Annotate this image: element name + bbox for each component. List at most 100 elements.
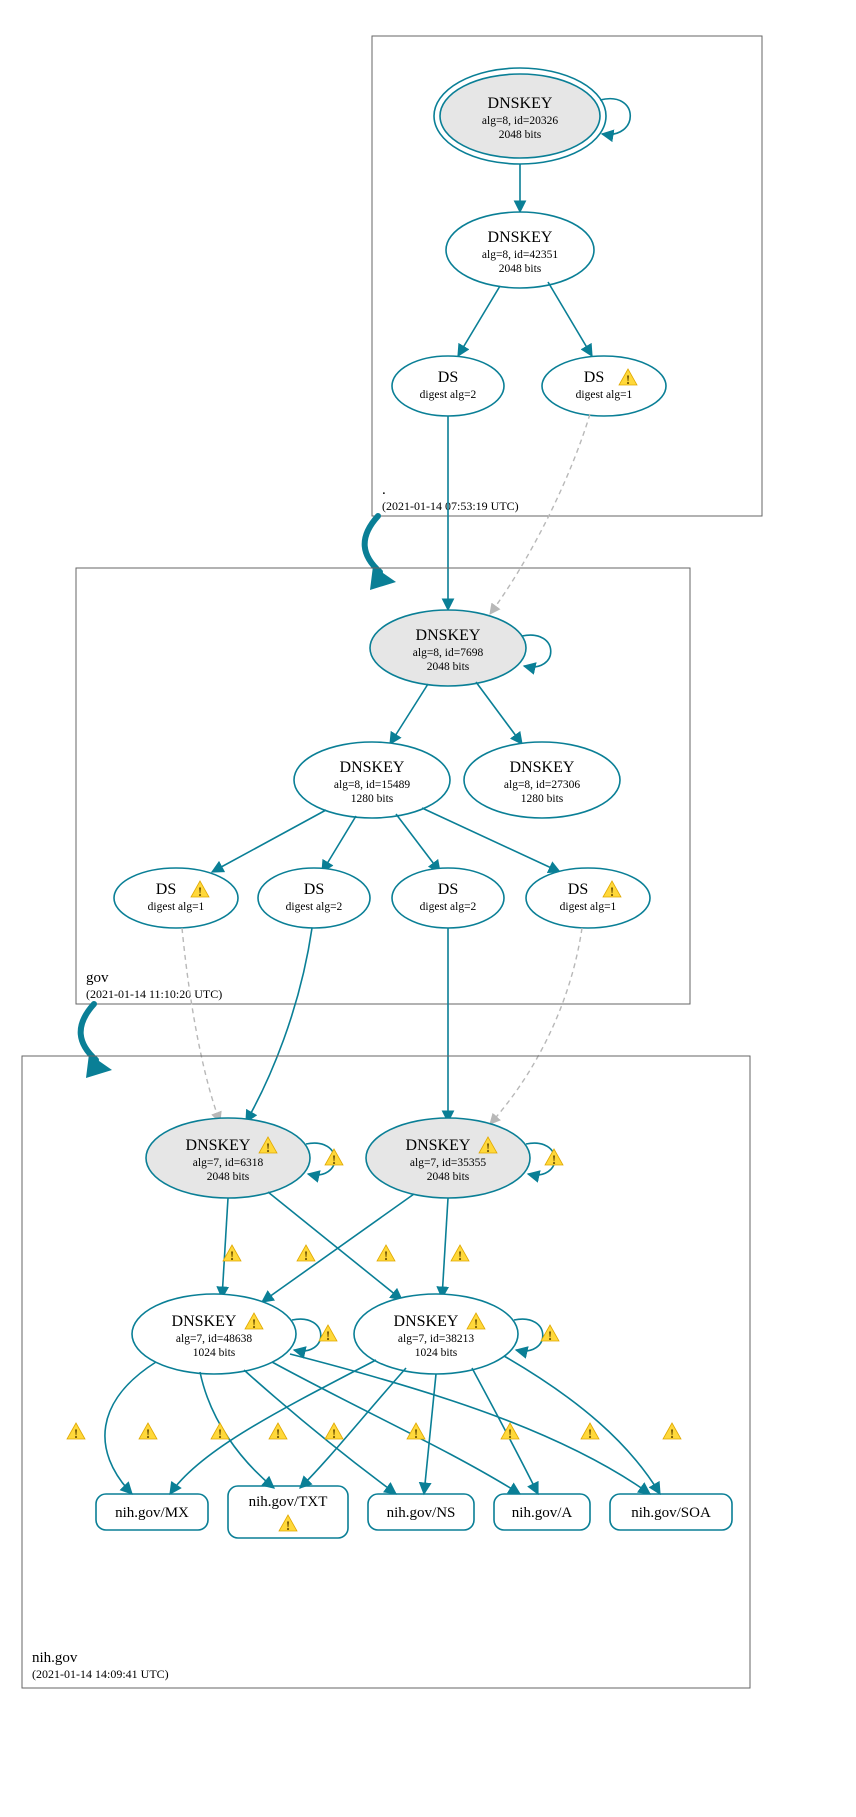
root-ksk-info1: alg=8, id=20326 xyxy=(482,115,558,127)
gov-zsk1-info1: alg=8, id=15489 xyxy=(334,779,410,791)
warning-icon xyxy=(541,1325,559,1343)
edge-kskB-zskB xyxy=(442,1198,448,1298)
gov-ds3-digest: digest alg=2 xyxy=(420,901,477,913)
zone-nih-timestamp: (2021-01-14 14:09:41 UTC) xyxy=(32,1667,169,1681)
nih-zskA[interactable]: DNSKEY alg=7, id=48638 1024 bits xyxy=(132,1294,296,1374)
rrset-txt[interactable]: nih.gov/TXT xyxy=(228,1486,348,1538)
root-ds1-digest: digest alg=1 xyxy=(576,389,633,401)
nih-kskA-title: DNSKEY xyxy=(186,1137,251,1154)
warning-icon xyxy=(581,1423,599,1441)
rrset-mx-label: nih.gov/MX xyxy=(115,1505,189,1521)
gov-zsk2-title: DNSKEY xyxy=(510,759,575,776)
gov-ds3-title: DS xyxy=(438,881,458,898)
zone-root: . (2021-01-14 07:53:19 UTC) DNSKEY alg=8… xyxy=(372,36,762,516)
gov-ds3[interactable]: DS digest alg=2 xyxy=(392,868,504,928)
warning-icon xyxy=(139,1423,157,1441)
rrset-soa[interactable]: nih.gov/SOA xyxy=(610,1494,732,1530)
zone-link-root-gov xyxy=(365,516,380,572)
warning-icon xyxy=(269,1423,287,1441)
edge-gov-zsk1-dsB xyxy=(322,816,356,872)
root-ds1-title: DS xyxy=(584,369,604,386)
edge-zskB-a xyxy=(472,1368,538,1494)
nih-zskA-info2: 1024 bits xyxy=(193,1347,236,1359)
gov-ds4-digest: digest alg=1 xyxy=(560,901,617,913)
rrset-a-label: nih.gov/A xyxy=(512,1505,573,1521)
edge-zskA-a xyxy=(272,1362,520,1494)
nih-kskB-info2: 2048 bits xyxy=(427,1171,470,1183)
edge-gov-ds2-nih-kskA xyxy=(246,928,312,1122)
zone-root-timestamp: (2021-01-14 07:53:19 UTC) xyxy=(382,499,519,513)
warning-icon xyxy=(407,1423,425,1441)
rrset-ns-label: nih.gov/NS xyxy=(387,1505,456,1521)
warning-icon xyxy=(297,1245,315,1263)
warning-icon xyxy=(377,1245,395,1263)
edge-gov-zsk1-dsA xyxy=(212,810,326,872)
nih-zskB-info2: 1024 bits xyxy=(415,1347,458,1359)
edge-kskB-zskA xyxy=(262,1194,414,1302)
warning-icon xyxy=(501,1423,519,1441)
nih-kskA[interactable]: DNSKEY alg=7, id=6318 2048 bits xyxy=(146,1118,310,1198)
zone-link-gov-nih xyxy=(81,1004,96,1060)
warning-icon xyxy=(451,1245,469,1263)
edge-root-ksk-self xyxy=(600,99,630,135)
zone-root-name: . xyxy=(382,482,386,498)
gov-ksk[interactable]: DNSKEY alg=8, id=7698 2048 bits xyxy=(370,610,526,686)
edge-kskA-zskA xyxy=(222,1198,228,1298)
nih-zskB-title: DNSKEY xyxy=(394,1313,459,1330)
root-zsk-title: DNSKEY xyxy=(488,229,553,246)
zone-nih: nih.gov (2021-01-14 14:09:41 UTC) DNSKEY… xyxy=(22,1056,750,1688)
nih-kskB-title: DNSKEY xyxy=(406,1137,471,1154)
gov-ds2[interactable]: DS digest alg=2 xyxy=(258,868,370,928)
edge-gov-ds1-nih-kskA xyxy=(182,928,220,1122)
nih-kskB[interactable]: DNSKEY alg=7, id=35355 2048 bits xyxy=(366,1118,530,1198)
rrset-a[interactable]: nih.gov/A xyxy=(494,1494,590,1530)
nih-kskA-info1: alg=7, id=6318 xyxy=(193,1157,264,1169)
rrset-soa-label: nih.gov/SOA xyxy=(631,1505,711,1521)
warning-icon xyxy=(211,1423,229,1441)
root-zsk-info2: 2048 bits xyxy=(499,263,542,275)
gov-ds1-title: DS xyxy=(156,881,176,898)
edge-zskA-txt xyxy=(200,1372,274,1488)
zone-gov: gov (2021-01-14 11:10:20 UTC) DNSKEY alg… xyxy=(76,568,690,1004)
gov-ds1[interactable]: DS digest alg=1 xyxy=(114,868,238,928)
rrset-ns[interactable]: nih.gov/NS xyxy=(368,1494,474,1530)
edge-root-zsk-ds2 xyxy=(458,286,500,356)
gov-zsk1-title: DNSKEY xyxy=(340,759,405,776)
root-ds2-title: DS xyxy=(438,369,458,386)
edge-gov-ksk-zsk2 xyxy=(476,682,522,744)
edge-zskB-mx xyxy=(170,1360,376,1494)
edge-gov-ds4-nih-kskB xyxy=(490,928,582,1124)
nih-zskB[interactable]: DNSKEY alg=7, id=38213 1024 bits xyxy=(354,1294,518,1374)
root-zsk[interactable]: DNSKEY alg=8, id=42351 2048 bits xyxy=(446,212,594,288)
gov-zsk2-info2: 1280 bits xyxy=(521,793,564,805)
warning-icon xyxy=(545,1149,563,1167)
nih-zskA-title: DNSKEY xyxy=(172,1313,237,1330)
gov-ds2-title: DS xyxy=(304,881,324,898)
gov-ksk-info2: 2048 bits xyxy=(427,661,470,673)
zone-nih-name: nih.gov xyxy=(32,1650,78,1666)
gov-zsk2[interactable]: DNSKEY alg=8, id=27306 1280 bits xyxy=(464,742,620,818)
root-ds2[interactable]: DS digest alg=2 xyxy=(392,356,504,416)
gov-zsk1[interactable]: DNSKEY alg=8, id=15489 1280 bits xyxy=(294,742,450,818)
root-ksk[interactable]: DNSKEY alg=8, id=20326 2048 bits xyxy=(434,68,606,164)
gov-ksk-info1: alg=8, id=7698 xyxy=(413,647,484,659)
gov-zsk2-info1: alg=8, id=27306 xyxy=(504,779,580,791)
rrset-mx[interactable]: nih.gov/MX xyxy=(96,1494,208,1530)
gov-ksk-title: DNSKEY xyxy=(416,627,481,644)
edge-root-ds1-gov-ksk xyxy=(490,414,590,614)
nih-zskB-info1: alg=7, id=38213 xyxy=(398,1333,474,1345)
warning-icon xyxy=(663,1423,681,1441)
dnssec-graph: ! . (2021-01-14 07:53:19 UTC) DNSKEY alg… xyxy=(0,0,856,1817)
root-ksk-info2: 2048 bits xyxy=(499,129,542,141)
zone-gov-name: gov xyxy=(86,970,109,986)
edge-gov-ksk-zsk1 xyxy=(390,684,428,744)
root-ds1[interactable]: DS digest alg=1 xyxy=(542,356,666,416)
edge-zskA-soa xyxy=(290,1354,650,1494)
gov-ds4[interactable]: DS digest alg=1 xyxy=(526,868,650,928)
warning-icon xyxy=(325,1149,343,1167)
root-zsk-info1: alg=8, id=42351 xyxy=(482,249,558,261)
edge-gov-zsk1-dsC xyxy=(396,814,440,872)
root-ds2-digest: digest alg=2 xyxy=(420,389,477,401)
warning-icon xyxy=(319,1325,337,1343)
warning-icon xyxy=(67,1423,85,1441)
